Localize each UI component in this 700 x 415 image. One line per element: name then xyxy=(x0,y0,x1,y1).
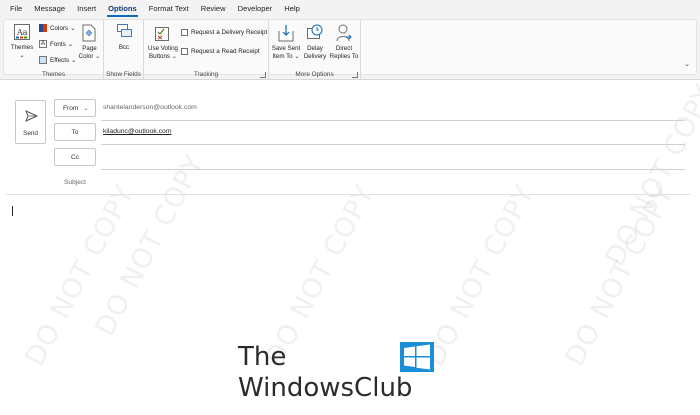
ribbon: Aa Themes ⌄ Colors ⌄ A Fonts ⌄ Effects ⌄… xyxy=(0,17,700,80)
to-label: To xyxy=(71,128,79,136)
themes-button[interactable]: Aa Themes ⌄ xyxy=(7,22,37,66)
chevron-down-icon: ⌄ xyxy=(70,24,76,32)
menu-tabs: File Message Insert Options Format Text … xyxy=(0,0,700,17)
colors-icon xyxy=(39,24,47,32)
show-fields-group-label: Show Fields xyxy=(106,71,141,78)
tracking-group-label: Tracking xyxy=(193,71,219,78)
compose-area: DO NOT COPY DO NOT COPY DO NOT COPY DO N… xyxy=(0,80,700,415)
effects-icon xyxy=(39,56,47,64)
tab-format-text[interactable]: Format Text xyxy=(143,4,195,17)
save-sent-label-2: Item To ⌄ xyxy=(272,53,300,60)
chevron-down-icon: ⌄ xyxy=(67,40,74,48)
logo-line-2: WindowsClub xyxy=(238,373,413,403)
save-sent-label-1: Save Sent xyxy=(271,45,301,52)
cc-label: Cc xyxy=(70,153,80,161)
tracking-dialog-launcher-icon[interactable] xyxy=(260,72,266,78)
delay-label-1: Delay xyxy=(307,45,323,52)
bcc-label: Bcc xyxy=(118,44,130,51)
text-cursor xyxy=(12,206,13,216)
direct-label-2: Replies To xyxy=(329,53,359,60)
cc-underline xyxy=(101,169,685,170)
svg-text:Aa: Aa xyxy=(16,28,28,37)
subject-field[interactable] xyxy=(103,178,683,190)
bcc-button[interactable]: Bcc xyxy=(108,22,140,52)
logo-line-1: The xyxy=(238,342,287,372)
effects-label: Effects xyxy=(50,56,70,64)
the-windows-club-logo: The WindowsClub xyxy=(238,342,448,412)
fonts-button[interactable]: A Fonts ⌄ xyxy=(39,40,73,48)
windows-logo-icon xyxy=(400,342,434,372)
chevron-down-icon: ⌄ xyxy=(83,105,89,112)
to-button[interactable]: To xyxy=(54,123,96,141)
from-label: From xyxy=(63,104,79,112)
more-options-group-label: More Options xyxy=(295,71,334,78)
delivery-receipt-label: Request a Delivery Receipt xyxy=(191,29,268,36)
send-button[interactable]: Send xyxy=(15,100,46,144)
direct-label-1: Direct xyxy=(335,45,353,52)
save-sent-item-button[interactable]: Save Sent Item To ⌄ xyxy=(271,22,301,66)
from-button[interactable]: From ⌄ xyxy=(54,99,96,117)
voting-label-2: Buttons ⌄ xyxy=(149,53,177,60)
fonts-icon: A xyxy=(39,40,47,48)
voting-buttons-button[interactable]: Use Voting Buttons ⌄ xyxy=(146,22,180,66)
delay-label-2: Delivery xyxy=(303,53,327,60)
header-divider xyxy=(6,194,690,195)
collapse-ribbon-icon[interactable]: ⌄ xyxy=(684,60,690,68)
send-icon xyxy=(25,110,38,122)
themes-group-label: Themes xyxy=(41,71,66,78)
themes-group: Aa Themes ⌄ Colors ⌄ A Fonts ⌄ Effects ⌄… xyxy=(4,20,104,79)
more-options-dialog-launcher-icon[interactable] xyxy=(352,72,358,78)
read-receipt-checkbox[interactable]: Request a Read Receipt xyxy=(181,48,260,55)
person-icon xyxy=(336,24,352,42)
page-color-icon xyxy=(82,24,96,42)
chevron-down-icon: ⌄ xyxy=(19,52,25,59)
tab-developer[interactable]: Developer xyxy=(232,4,279,17)
voting-label-1: Use Voting xyxy=(148,45,178,52)
subject-label: Subject xyxy=(64,179,86,186)
bcc-icon xyxy=(117,24,132,37)
tab-insert[interactable]: Insert xyxy=(71,4,102,17)
ribbon-panel: Aa Themes ⌄ Colors ⌄ A Fonts ⌄ Effects ⌄… xyxy=(3,19,697,79)
page-color-label-2: Color ⌄ xyxy=(78,53,101,60)
read-receipt-label: Request a Read Receipt xyxy=(191,48,260,55)
from-value[interactable]: shantelanderson@outlook.com xyxy=(103,104,197,111)
to-underline xyxy=(101,144,685,145)
voting-icon xyxy=(155,27,169,41)
tab-help[interactable]: Help xyxy=(278,4,306,17)
tab-message[interactable]: Message xyxy=(28,4,71,17)
page-color-label-1: Page xyxy=(82,45,97,52)
cc-field[interactable] xyxy=(103,153,683,165)
cc-button[interactable]: Cc xyxy=(54,148,96,166)
fonts-label: Fonts xyxy=(50,40,66,48)
direct-replies-button[interactable]: Direct Replies To xyxy=(329,22,359,66)
clock-icon xyxy=(307,24,323,39)
from-underline xyxy=(101,120,685,121)
tab-options[interactable]: Options xyxy=(102,4,143,17)
to-field[interactable]: kiladunc@outlook.com xyxy=(103,128,171,135)
save-sent-icon xyxy=(278,25,294,42)
read-receipt-check-icon xyxy=(181,48,188,55)
colors-label: Colors xyxy=(50,24,69,32)
effects-button[interactable]: Effects ⌄ xyxy=(39,56,76,64)
themes-label: Themes xyxy=(10,44,34,51)
watermark: DO NOT COPY xyxy=(559,179,681,372)
more-options-group: Save Sent Item To ⌄ Delay Delivery Direc… xyxy=(269,20,361,79)
send-label: Send xyxy=(23,130,38,137)
themes-icon: Aa xyxy=(14,24,30,40)
page-color-button[interactable]: Page Color ⌄ xyxy=(76,22,103,66)
tracking-group: Use Voting Buttons ⌄ Request a Delivery … xyxy=(144,20,269,79)
show-fields-group: Bcc Show Fields xyxy=(104,20,144,79)
delivery-receipt-checkbox[interactable]: Request a Delivery Receipt xyxy=(181,29,267,36)
colors-button[interactable]: Colors ⌄ xyxy=(39,24,75,32)
tab-review[interactable]: Review xyxy=(195,4,232,17)
delivery-receipt-check-icon xyxy=(181,29,188,36)
tab-file[interactable]: File xyxy=(4,4,28,17)
delay-delivery-button[interactable]: Delay Delivery xyxy=(302,22,328,66)
